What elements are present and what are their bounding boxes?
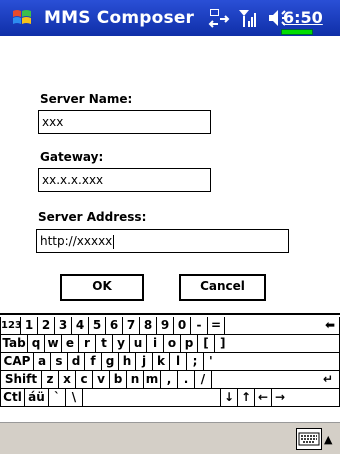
key[interactable]: b <box>110 371 127 389</box>
key[interactable]: q <box>28 335 45 353</box>
key[interactable]: t <box>96 335 113 353</box>
key[interactable]: . <box>178 371 195 389</box>
key[interactable]: i <box>147 335 164 353</box>
key-accents[interactable]: áü <box>25 389 49 407</box>
key[interactable]: \ <box>66 389 83 407</box>
key[interactable]: d <box>68 353 85 371</box>
key-tab[interactable]: Tab <box>0 335 28 353</box>
key[interactable]: 2 <box>38 317 55 335</box>
key[interactable]: m <box>144 371 161 389</box>
key[interactable]: n <box>127 371 144 389</box>
connectivity-icon[interactable] <box>208 7 230 29</box>
key[interactable]: v <box>93 371 110 389</box>
key[interactable]: z <box>42 371 59 389</box>
status-icons <box>208 6 288 30</box>
key[interactable]: s <box>51 353 68 371</box>
key-ctl[interactable]: Ctl <box>0 389 25 407</box>
key[interactable]: / <box>195 371 212 389</box>
enter-key[interactable]: ↵ <box>212 371 340 389</box>
server-address-input[interactable]: http://xxxxx <box>36 229 289 253</box>
key[interactable]: l <box>170 353 187 371</box>
text-caret <box>113 234 115 249</box>
key[interactable]: 3 <box>55 317 72 335</box>
key[interactable]: h <box>119 353 136 371</box>
menu-bar: ▲ <box>0 422 340 454</box>
key[interactable]: 1 <box>21 317 38 335</box>
key[interactable]: u <box>130 335 147 353</box>
arrow-right-key[interactable]: → <box>272 389 340 407</box>
key[interactable]: k <box>153 353 170 371</box>
key[interactable]: ; <box>187 353 204 371</box>
key[interactable]: 4 <box>72 317 89 335</box>
backspace-key[interactable]: ⬅ <box>225 317 340 335</box>
signal-icon[interactable] <box>238 7 258 29</box>
key[interactable]: f <box>85 353 102 371</box>
key[interactable]: , <box>161 371 178 389</box>
key[interactable]: [ <box>198 335 215 353</box>
key[interactable]: ] <box>215 335 340 353</box>
title-bar: MMS Composer 6:50 <box>0 0 340 36</box>
gateway-label: Gateway: <box>40 150 104 164</box>
clock[interactable]: 6:50 <box>283 8 323 27</box>
key[interactable]: w <box>45 335 62 353</box>
key-shift[interactable]: Shift <box>0 371 42 389</box>
key[interactable]: g <box>102 353 119 371</box>
key[interactable]: ' <box>204 353 340 371</box>
key[interactable]: 9 <box>157 317 174 335</box>
key[interactable]: 7 <box>123 317 140 335</box>
ok-button[interactable]: OK <box>60 274 144 301</box>
soft-keyboard: 123 1 2 3 4 5 6 7 8 9 0 - = ⬅ Tab q w e … <box>0 313 340 424</box>
arrow-up-key[interactable]: ↑ <box>238 389 255 407</box>
key[interactable]: ` <box>49 389 66 407</box>
server-name-input[interactable]: xxx <box>38 110 211 134</box>
battery-indicator <box>281 29 313 35</box>
key[interactable]: 6 <box>106 317 123 335</box>
key-123[interactable]: 123 <box>0 317 22 335</box>
window-title: MMS Composer <box>44 8 195 28</box>
key[interactable]: c <box>76 371 93 389</box>
key[interactable]: r <box>79 335 96 353</box>
server-address-label: Server Address: <box>38 210 147 224</box>
windows-flag-icon[interactable] <box>10 6 34 30</box>
key[interactable]: 5 <box>89 317 106 335</box>
spacebar[interactable] <box>83 389 221 407</box>
key-caps[interactable]: CAP <box>0 353 34 371</box>
key[interactable]: - <box>191 317 208 335</box>
key[interactable]: j <box>136 353 153 371</box>
server-name-label: Server Name: <box>40 92 133 106</box>
input-menu-arrow-icon[interactable]: ▲ <box>324 433 332 446</box>
key[interactable]: y <box>113 335 130 353</box>
cancel-button[interactable]: Cancel <box>179 274 266 301</box>
arrow-down-key[interactable]: ↓ <box>221 389 238 407</box>
arrow-left-key[interactable]: ← <box>255 389 272 407</box>
key[interactable]: e <box>62 335 79 353</box>
mms-settings-form: Server Name: xxx Gateway: xx.x.x.xxx Ser… <box>0 36 340 313</box>
keyboard-icon[interactable] <box>296 428 322 450</box>
key[interactable]: a <box>34 353 51 371</box>
key[interactable]: 0 <box>174 317 191 335</box>
key[interactable]: o <box>164 335 181 353</box>
key[interactable]: p <box>181 335 198 353</box>
gateway-input[interactable]: xx.x.x.xxx <box>38 168 211 192</box>
key[interactable]: x <box>59 371 76 389</box>
key[interactable]: 8 <box>140 317 157 335</box>
keyboard-glyph <box>298 432 320 446</box>
key[interactable]: = <box>208 317 225 335</box>
